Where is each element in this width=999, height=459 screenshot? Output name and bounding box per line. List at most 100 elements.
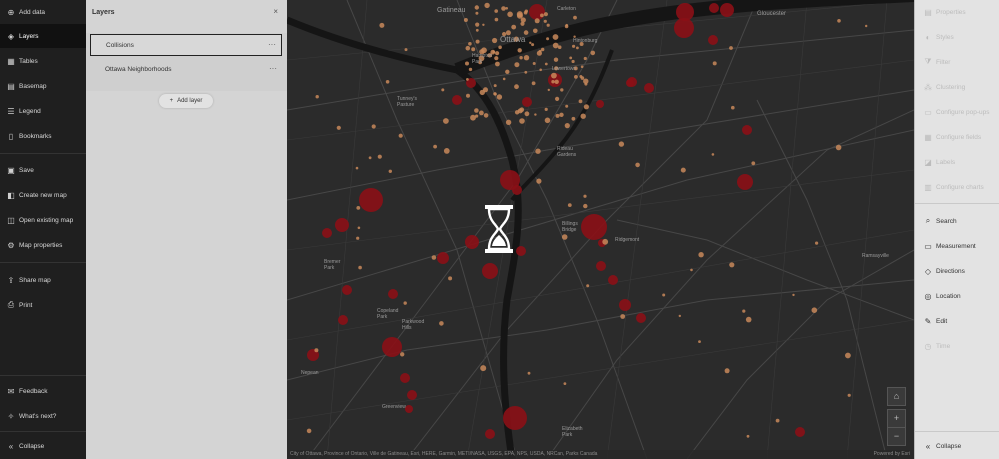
collision-marker-large[interactable] <box>737 174 753 190</box>
collision-marker-small[interactable] <box>465 45 471 51</box>
collision-marker-small[interactable] <box>306 428 312 434</box>
collision-marker-large[interactable] <box>407 390 417 400</box>
collision-marker-small[interactable] <box>569 56 573 60</box>
collision-marker-small[interactable] <box>571 59 575 64</box>
collision-marker-small[interactable] <box>618 141 625 147</box>
nav-map-properties[interactable]: ⚙ Map properties <box>0 233 86 257</box>
collision-marker-small[interactable] <box>746 434 750 438</box>
collision-marker-small[interactable] <box>475 11 479 15</box>
collision-marker-small[interactable] <box>815 241 819 245</box>
collision-marker-small[interactable] <box>745 316 752 323</box>
collision-marker-small[interactable] <box>494 9 498 13</box>
collision-marker-small[interactable] <box>583 104 589 110</box>
collision-marker-small[interactable] <box>385 80 390 84</box>
collision-marker-small[interactable] <box>523 55 530 61</box>
collision-marker-large[interactable] <box>596 261 606 271</box>
collision-marker-large[interactable] <box>516 246 526 256</box>
collision-marker-small[interactable] <box>403 301 407 305</box>
layer-item-ottawa-neighborhoods[interactable]: Ottawa Neighborhoods ··· <box>90 59 282 81</box>
collision-marker-small[interactable] <box>534 113 537 116</box>
collision-marker-small[interactable] <box>529 41 532 44</box>
collision-marker-large[interactable] <box>359 188 383 212</box>
collision-marker-small[interactable] <box>484 2 490 9</box>
more-options-icon[interactable]: ··· <box>269 64 277 73</box>
collision-marker-small[interactable] <box>563 382 567 385</box>
collision-marker-small[interactable] <box>546 37 550 41</box>
collision-marker-small[interactable] <box>439 321 444 326</box>
collision-marker-large[interactable] <box>512 185 522 195</box>
collision-marker-small[interactable] <box>543 19 547 23</box>
collision-marker-large[interactable] <box>709 3 719 13</box>
collision-marker-small[interactable] <box>552 34 559 40</box>
powered-by-text[interactable]: Powered by Esri <box>874 451 910 457</box>
collision-marker-small[interactable] <box>511 24 517 30</box>
collision-marker-small[interactable] <box>505 69 510 75</box>
nav-add-data[interactable]: ⊕ Add data <box>0 0 86 24</box>
collision-marker-small[interactable] <box>551 72 557 79</box>
collision-marker-small[interactable] <box>443 148 450 154</box>
collision-marker-small[interactable] <box>505 7 508 10</box>
collision-marker-small[interactable] <box>555 113 560 118</box>
collision-marker-small[interactable] <box>368 156 372 160</box>
collision-marker-small[interactable] <box>493 84 497 88</box>
collision-marker-small[interactable] <box>578 99 583 104</box>
collision-marker-small[interactable] <box>470 114 476 121</box>
collision-marker-small[interactable] <box>835 144 842 151</box>
collision-marker-small[interactable] <box>498 45 502 50</box>
collision-marker-small[interactable] <box>514 84 519 90</box>
collision-marker-small[interactable] <box>468 67 473 72</box>
collision-marker-small[interactable] <box>792 293 795 297</box>
collision-marker-small[interactable] <box>837 19 841 23</box>
collision-marker-small[interactable] <box>475 39 480 44</box>
collision-marker-small[interactable] <box>561 234 568 240</box>
tool-time[interactable]: ◷ Time <box>915 334 999 358</box>
nav-legend[interactable]: ☰ Legend <box>0 99 86 123</box>
collision-marker-small[interactable] <box>680 167 686 173</box>
tool-configure-charts[interactable]: ▥ Configure charts <box>915 175 999 199</box>
collision-marker-small[interactable] <box>519 56 523 60</box>
collision-marker-large[interactable] <box>452 95 462 105</box>
collision-marker-small[interactable] <box>527 371 531 375</box>
collision-marker-small[interactable] <box>711 153 715 156</box>
tool-edit[interactable]: ✎ Edit <box>915 309 999 333</box>
collision-marker-small[interactable] <box>539 68 542 72</box>
collision-marker-small[interactable] <box>356 236 360 240</box>
collision-marker-small[interactable] <box>520 21 525 26</box>
nav-print[interactable]: ⎙ Print <box>0 293 86 317</box>
collision-marker-large[interactable] <box>503 406 527 430</box>
collision-marker-small[interactable] <box>811 307 818 314</box>
zoom-in-button[interactable]: + <box>887 409 906 428</box>
collision-marker-small[interactable] <box>583 203 588 209</box>
tool-search[interactable]: ⌕ Search <box>915 209 999 233</box>
collision-marker-large[interactable] <box>626 79 634 87</box>
nav-share-map[interactable]: ⇪ Share map <box>0 268 86 292</box>
collision-marker-small[interactable] <box>553 57 559 62</box>
collision-marker-large[interactable] <box>742 125 752 135</box>
collision-marker-small[interactable] <box>552 42 559 49</box>
collision-marker-small[interactable] <box>493 92 497 96</box>
collision-marker-small[interactable] <box>502 77 506 81</box>
nav-bookmarks[interactable]: ▯ Bookmarks <box>0 124 86 148</box>
collision-marker-small[interactable] <box>388 169 392 173</box>
collision-marker-small[interactable] <box>431 255 437 260</box>
collision-marker-small[interactable] <box>479 110 484 116</box>
collision-marker-small[interactable] <box>583 56 587 61</box>
collision-marker-small[interactable] <box>579 75 583 78</box>
nav-basemap[interactable]: ▤ Basemap <box>0 74 86 98</box>
collision-marker-small[interactable] <box>357 226 361 230</box>
collision-marker-small[interactable] <box>519 118 525 124</box>
collision-marker-large[interactable] <box>382 337 402 357</box>
collision-marker-large[interactable] <box>482 263 498 279</box>
collision-marker-small[interactable] <box>482 23 485 26</box>
collision-marker-large[interactable] <box>596 100 604 108</box>
collision-marker-small[interactable] <box>567 203 572 208</box>
collision-marker-small[interactable] <box>315 95 319 99</box>
close-icon[interactable]: × <box>273 7 278 16</box>
collision-marker-small[interactable] <box>443 118 449 124</box>
collision-marker-small[interactable] <box>731 105 735 110</box>
collision-marker-small[interactable] <box>540 13 544 18</box>
collision-marker-small[interactable] <box>371 124 376 129</box>
collision-marker-small[interactable] <box>441 88 445 92</box>
collision-marker-small[interactable] <box>586 284 590 288</box>
collision-marker-small[interactable] <box>729 262 735 268</box>
